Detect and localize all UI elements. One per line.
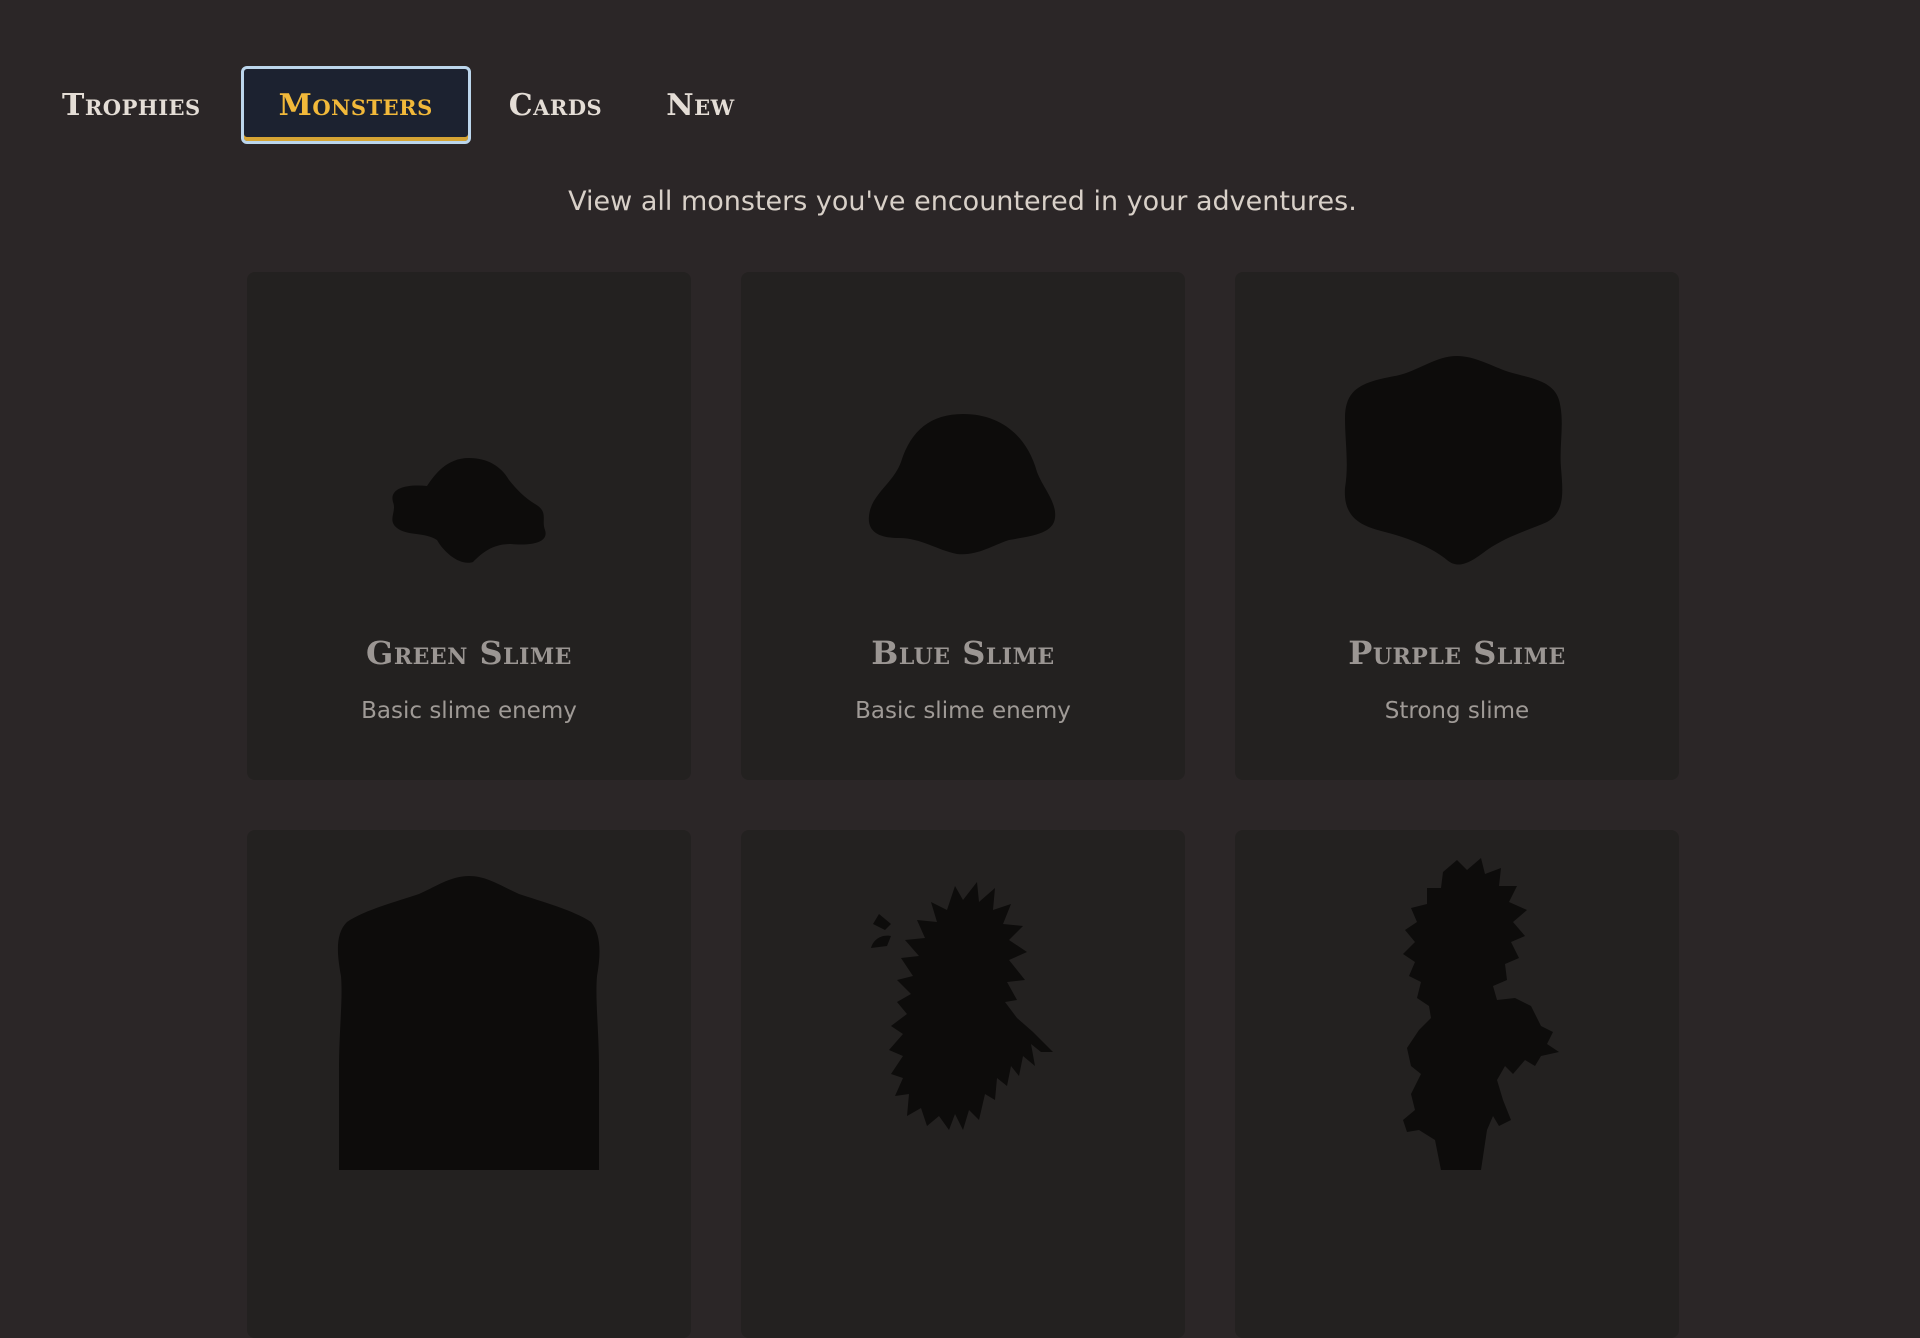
monster-card-unknown-1[interactable] bbox=[247, 830, 691, 1338]
tab-new[interactable]: New bbox=[666, 66, 763, 144]
monster-card-green-slime[interactable]: Green Slime Basic slime enemy bbox=[247, 272, 691, 780]
monster-description: Strong slime bbox=[1384, 698, 1530, 724]
green-slime-silhouette-icon bbox=[392, 458, 546, 563]
large-slime-silhouette-icon bbox=[337, 876, 600, 1170]
goblin-silhouette-icon bbox=[1403, 858, 1559, 1170]
monster-card-unknown-3[interactable] bbox=[1235, 830, 1679, 1338]
blue-slime-silhouette-icon bbox=[868, 414, 1056, 555]
monster-card-purple-slime[interactable]: Purple Slime Strong slime bbox=[1235, 272, 1679, 780]
monster-description: Basic slime enemy bbox=[361, 698, 577, 724]
monster-grid: Green Slime Basic slime enemy Blue Slime… bbox=[247, 272, 1679, 1338]
monster-name: Purple Slime bbox=[1348, 634, 1566, 672]
purple-slime-silhouette-icon bbox=[1344, 356, 1563, 565]
monster-card-blue-slime[interactable]: Blue Slime Basic slime enemy bbox=[741, 272, 1185, 780]
monster-description: Basic slime enemy bbox=[855, 698, 1071, 724]
monster-card-unknown-2[interactable] bbox=[741, 830, 1185, 1338]
tab-trophies[interactable]: Trophies bbox=[58, 66, 241, 144]
tab-cards[interactable]: Cards bbox=[471, 66, 667, 144]
furry-beast-silhouette-icon bbox=[871, 882, 1053, 1130]
page-subtitle: View all monsters you've encountered in … bbox=[568, 186, 1357, 217]
monster-name: Green Slime bbox=[366, 634, 572, 672]
tab-bar: Trophies Monsters Cards New bbox=[58, 66, 763, 144]
monster-name: Blue Slime bbox=[871, 634, 1055, 672]
tab-monsters[interactable]: Monsters bbox=[240, 66, 471, 144]
